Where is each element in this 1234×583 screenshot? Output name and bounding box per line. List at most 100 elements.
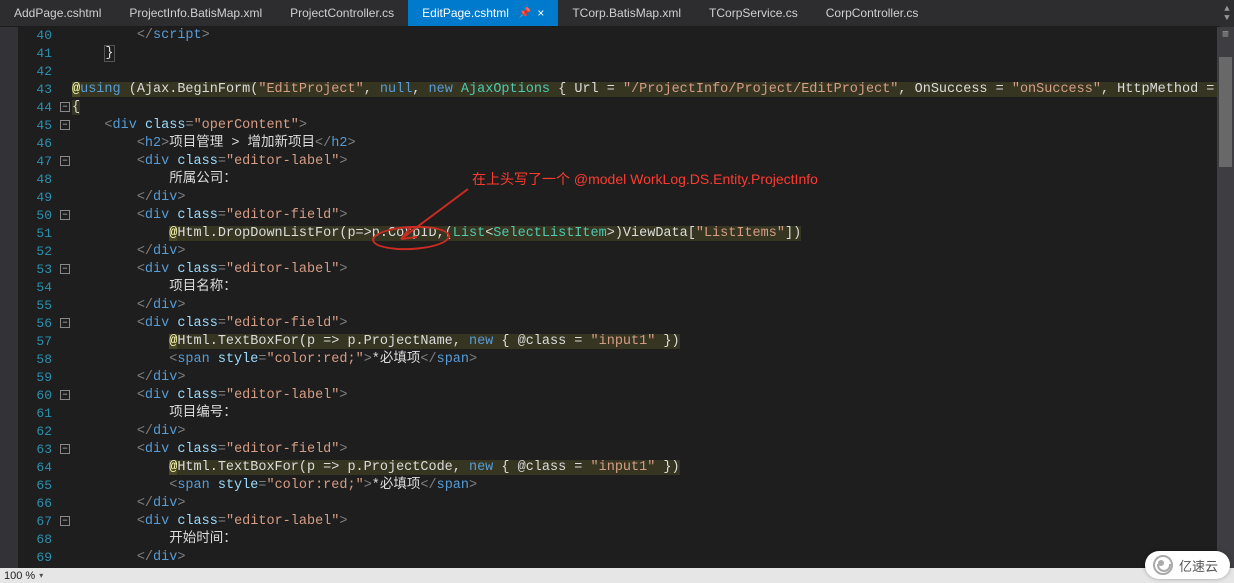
code-editor[interactable]: 4041424344454647484950515253545556575859… [0,27,1234,568]
line-number[interactable]: 53 [18,261,52,279]
fold-toggle [58,351,72,369]
line-number[interactable]: 65 [18,477,52,495]
line-number[interactable]: 69 [18,549,52,567]
tab-addpage-cshtml[interactable]: AddPage.cshtml [0,0,115,26]
line-number[interactable]: 51 [18,225,52,243]
tab-corpcontroller-cs[interactable]: CorpController.cs [812,0,933,26]
fold-toggle [58,405,72,423]
code-area[interactable]: </script> } @using (Ajax.BeginForm("EditP… [72,27,1234,568]
fold-toggle[interactable]: − [58,513,72,531]
scrollbar-thumb[interactable] [1219,57,1232,167]
zoom-dropdown-icon[interactable]: ▾ [39,571,43,580]
vertical-scrollbar[interactable]: ▥ ▾ [1217,27,1234,568]
fold-toggle [58,459,72,477]
tab-label: TCorp.BatisMap.xml [572,6,681,20]
line-number[interactable]: 47 [18,153,52,171]
code-line[interactable]: </div> [72,495,1234,513]
fold-toggle[interactable]: − [58,207,72,225]
code-line[interactable]: <div class="editor-field"> [72,441,1234,459]
line-number[interactable]: 45 [18,117,52,135]
code-line[interactable]: <div class="editor-label"> [72,513,1234,531]
split-view-icon[interactable]: ▥ [1217,27,1234,41]
tab-tcorp-batismap-xml[interactable]: TCorp.BatisMap.xml [558,0,695,26]
code-line[interactable]: <div class="editor-label"> [72,387,1234,405]
line-number[interactable]: 46 [18,135,52,153]
code-line[interactable]: </div> [72,243,1234,261]
code-line[interactable]: <div class="editor-label"> [72,153,1234,171]
fold-toggle[interactable]: − [58,99,72,117]
code-line[interactable]: 所属公司： [72,171,1234,189]
code-line[interactable]: <div class="editor-label"> [72,261,1234,279]
line-number[interactable]: 60 [18,387,52,405]
line-number[interactable]: 57 [18,333,52,351]
code-line[interactable]: </div> [72,423,1234,441]
tab-overflow-button[interactable]: ▲▼ [1220,0,1234,27]
line-number[interactable]: 58 [18,351,52,369]
fold-toggle [58,171,72,189]
fold-toggle [58,243,72,261]
line-number[interactable]: 67 [18,513,52,531]
code-line[interactable]: { [72,99,1234,117]
code-line[interactable]: <div class="editor-field"> [72,315,1234,333]
fold-toggle[interactable]: − [58,315,72,333]
code-line[interactable]: <span style="color:red;">*必填项</span> [72,351,1234,369]
code-line[interactable]: } [72,45,1234,63]
line-number-gutter[interactable]: 4041424344454647484950515253545556575859… [18,27,58,568]
code-line[interactable]: 项目编号： [72,405,1234,423]
line-number[interactable]: 55 [18,297,52,315]
line-number[interactable]: 56 [18,315,52,333]
line-number[interactable]: 44 [18,99,52,117]
code-line[interactable]: 开始时间： [72,531,1234,549]
code-line[interactable]: </div> [72,369,1234,387]
code-line[interactable]: </div> [72,297,1234,315]
fold-toggle[interactable]: − [58,117,72,135]
line-number[interactable]: 52 [18,243,52,261]
code-line[interactable]: <span style="color:red;">*必填项</span> [72,477,1234,495]
zoom-level[interactable]: 100 % [4,570,35,582]
tab-projectcontroller-cs[interactable]: ProjectController.cs [276,0,408,26]
line-number[interactable]: 64 [18,459,52,477]
code-line[interactable]: @Html.TextBoxFor(p => p.ProjectCode, new… [72,459,1234,477]
line-number[interactable]: 48 [18,171,52,189]
fold-toggle [58,333,72,351]
close-icon[interactable]: × [537,6,544,20]
code-line[interactable]: @Html.DropDownListFor(p=>p.CorpID,(List<… [72,225,1234,243]
code-line[interactable]: 项目名称： [72,279,1234,297]
line-number[interactable]: 59 [18,369,52,387]
line-number[interactable]: 54 [18,279,52,297]
fold-toggle[interactable]: − [58,441,72,459]
status-bar: 100 % ▾ [0,568,1234,583]
code-line[interactable]: @using (Ajax.BeginForm("EditProject", nu… [72,81,1234,99]
line-number[interactable]: 68 [18,531,52,549]
line-number[interactable]: 43 [18,81,52,99]
fold-toggle[interactable]: − [58,387,72,405]
line-number[interactable]: 41 [18,45,52,63]
code-line[interactable]: @Html.TextBoxFor(p => p.ProjectName, new… [72,333,1234,351]
fold-toggle[interactable]: − [58,261,72,279]
line-number[interactable]: 42 [18,63,52,81]
fold-toggle [58,423,72,441]
outline-fold-gutter[interactable]: −−−−−−−−− [58,27,72,568]
line-number[interactable]: 61 [18,405,52,423]
code-line[interactable]: </script> [72,27,1234,45]
tab-tcorpservice-cs[interactable]: TCorpService.cs [695,0,812,26]
line-number[interactable]: 40 [18,27,52,45]
tab-editpage-cshtml[interactable]: EditPage.cshtml📌× [408,0,558,26]
fold-toggle [58,279,72,297]
code-line[interactable] [72,63,1234,81]
fold-toggle [58,45,72,63]
fold-toggle[interactable]: − [58,153,72,171]
pin-icon[interactable]: 📌 [519,8,531,19]
code-line[interactable]: </div> [72,549,1234,567]
code-line[interactable]: <div class="editor-field"> [72,207,1234,225]
breakpoint-margin[interactable] [0,27,18,568]
line-number[interactable]: 66 [18,495,52,513]
code-line[interactable]: <h2>项目管理 > 增加新项目</h2> [72,135,1234,153]
line-number[interactable]: 49 [18,189,52,207]
line-number[interactable]: 62 [18,423,52,441]
line-number[interactable]: 50 [18,207,52,225]
tab-projectinfo-batismap-xml[interactable]: ProjectInfo.BatisMap.xml [115,0,276,26]
line-number[interactable]: 63 [18,441,52,459]
code-line[interactable]: <div class="operContent"> [72,117,1234,135]
code-line[interactable]: </div> [72,189,1234,207]
